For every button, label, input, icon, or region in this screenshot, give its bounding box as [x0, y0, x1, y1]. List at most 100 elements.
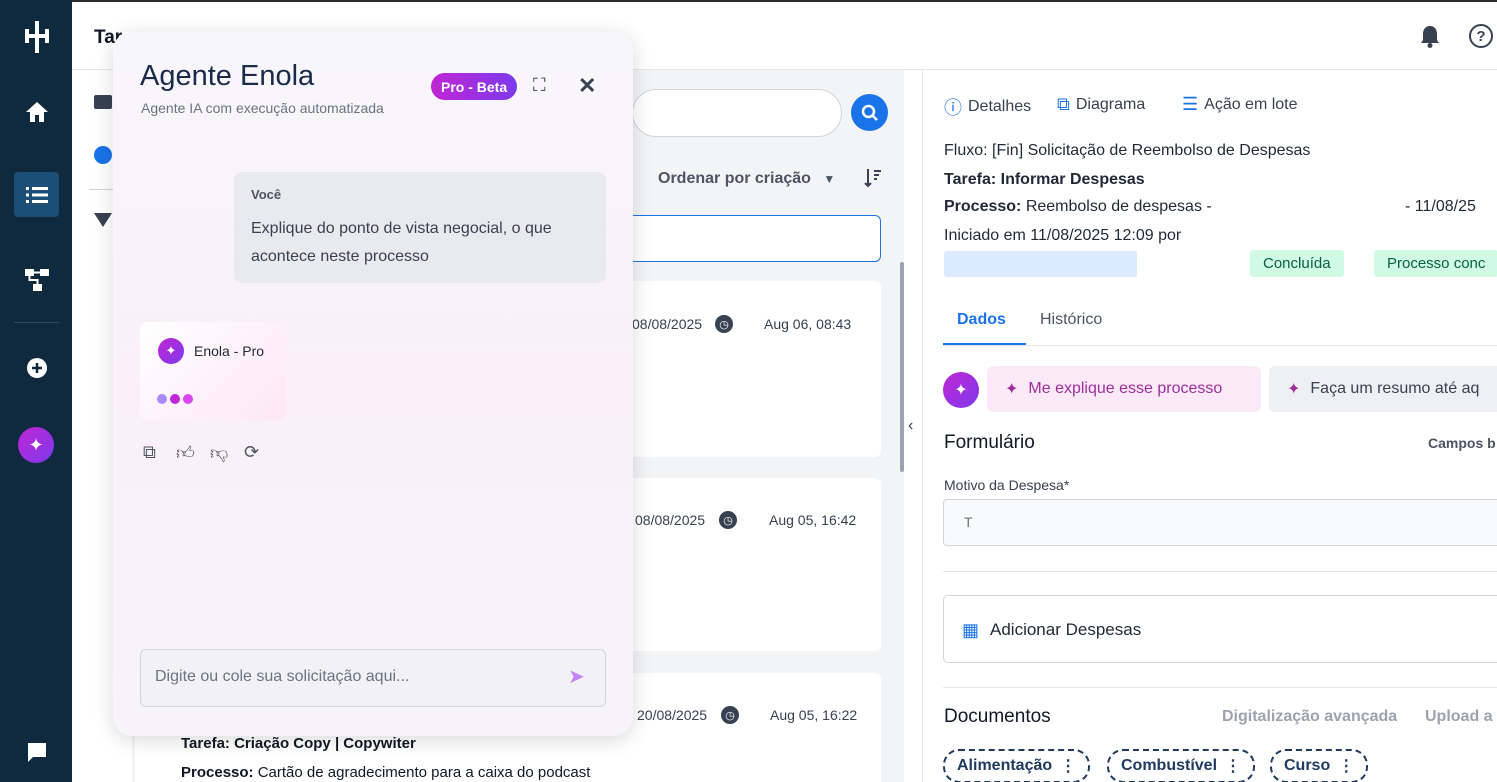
tab-dados[interactable]: Dados — [957, 311, 1006, 329]
divider — [943, 571, 1497, 572]
doc-chip[interactable]: Alimentação ⋮ — [943, 749, 1091, 782]
tab-details[interactable]: ⓘ Detalhes — [944, 94, 1031, 120]
sort-order-icon[interactable] — [864, 168, 882, 193]
sparkle-icon: ✦ — [1005, 381, 1019, 398]
task-label: Tarefa: — [944, 171, 997, 188]
doc-chip[interactable]: Combustível ⋮ — [1107, 749, 1256, 782]
process-status-badge: Processo conc — [1374, 250, 1497, 277]
sidebar-divider — [14, 322, 59, 323]
typing-dot — [170, 394, 180, 404]
detail-panel: ⓘ Detalhes ⧉ Diagrama ☰ Ação em lote Fluxo:… — [922, 70, 1497, 782]
tabs-divider — [943, 345, 1497, 346]
layers-icon: ☰ — [1182, 94, 1199, 114]
scrollbar[interactable] — [900, 262, 904, 472]
agent-prompt-input[interactable]: Digite ou cole sua solicitação aqui... ➤ — [140, 649, 606, 707]
card-time: Aug 06, 08:43 — [764, 316, 852, 332]
started-line: Iniciado em 11/08/2025 12:09 por — [944, 227, 1182, 244]
chat-icon[interactable] — [14, 729, 59, 774]
task-value: Informar Despesas — [1000, 171, 1145, 188]
search-icon — [861, 104, 878, 121]
upload-link[interactable]: Upload a — [1425, 708, 1493, 726]
message-text: Explique do ponto de vista negocial, o q… — [251, 220, 552, 265]
kebab-icon[interactable]: ⋮ — [1338, 756, 1354, 776]
close-icon[interactable]: ✕ — [578, 73, 596, 99]
card-time: Aug 05, 16:42 — [769, 512, 857, 528]
task-line: Tarefa: Informar Despesas — [944, 171, 1145, 189]
card-date: 20/08/2025 — [637, 707, 708, 723]
card-time: Aug 05, 16:22 — [770, 707, 858, 723]
sort-label: Ordenar por criação — [658, 170, 811, 187]
suggestion-summary-button[interactable]: ✦ Faça um resumo até aq — [1269, 366, 1497, 412]
refresh-icon[interactable]: ⟳ — [244, 442, 259, 463]
tab-label: Diagrama — [1075, 95, 1146, 113]
copy-icon[interactable]: ⧉ — [143, 442, 156, 463]
bell-icon[interactable] — [1419, 24, 1441, 54]
search-input[interactable] — [632, 89, 842, 137]
help-icon[interactable]: ? — [1469, 24, 1493, 48]
status-badge: Concluída — [1250, 250, 1344, 277]
filter-icon[interactable] — [94, 213, 112, 227]
clock-icon: ◷ — [715, 315, 733, 333]
form-title: Formulário — [944, 432, 1035, 453]
chevron-down-icon: ▼ — [823, 172, 836, 186]
typing-dot — [183, 394, 193, 404]
tab-batch-action[interactable]: ☰ Ação em lote — [1182, 94, 1298, 115]
advanced-scan-link[interactable]: Digitalização avançada — [1222, 708, 1397, 726]
tab-label: Ação em lote — [1204, 95, 1298, 113]
card-date: 08/08/2025 — [635, 512, 706, 528]
sort-dropdown[interactable]: Ordenar por criação ▼ — [658, 170, 835, 188]
thumbs-down-icon[interactable]: 👎︎ — [210, 442, 228, 464]
sparkle-icon: ✦ — [158, 338, 184, 364]
process-line: Processo: Reembolso de despesas - — [944, 198, 1212, 216]
process-label: Processo: — [944, 198, 1022, 215]
card-task: Tarefa: Criação Copy | Copywiter — [181, 735, 416, 752]
kebab-icon[interactable]: ⋮ — [1225, 756, 1241, 776]
tasks-icon[interactable] — [14, 172, 59, 217]
kebab-icon[interactable]: ⋮ — [1060, 756, 1076, 776]
check-circle-icon[interactable] — [94, 146, 112, 164]
sparkle-icon: ✦ — [1287, 381, 1301, 398]
doc-chip[interactable]: Curso ⋮ — [1270, 749, 1369, 782]
logo-icon[interactable] — [14, 14, 59, 59]
user-chip — [944, 251, 1137, 277]
diagram-icon[interactable] — [14, 257, 59, 302]
agent-panel: Agente Enola Agente IA com execução auto… — [113, 31, 633, 736]
typing-dot — [157, 394, 167, 404]
agent-subtitle: Agente IA com execução automatizada — [141, 100, 384, 116]
chip-label: Curso — [1284, 757, 1331, 774]
message-author: Você — [251, 187, 282, 202]
home-icon[interactable] — [14, 89, 59, 134]
send-icon[interactable]: ➤ — [568, 664, 585, 689]
bot-message: ✦ Enola - Pro — [140, 322, 286, 420]
documents-title: Documentos — [944, 706, 1051, 727]
plus-circle-icon[interactable] — [14, 345, 59, 390]
tab-diagram[interactable]: ⧉ Diagrama — [1057, 94, 1145, 115]
add-expenses-label: Adicionar Despesas — [990, 620, 1142, 639]
tab-historico[interactable]: Histórico — [1040, 311, 1102, 329]
expand-icon[interactable]: ⛶ — [533, 75, 546, 96]
process-value: Reembolso de despesas - — [1025, 198, 1212, 215]
tab-label: Detalhes — [968, 98, 1032, 115]
input-placeholder: Digite ou cole sua solicitação aqui... — [155, 668, 410, 685]
chip-label: Alimentação — [957, 757, 1053, 774]
pro-badge: Pro - Beta — [431, 73, 518, 100]
user-message: Você Explique do ponto de vista negocial… — [234, 172, 606, 283]
field-value: T — [964, 514, 973, 530]
form-fields-link[interactable]: Campos b — [1428, 435, 1496, 451]
chevron-left-icon[interactable]: ‹ — [908, 417, 913, 435]
chip-label: Combustível — [1121, 757, 1218, 774]
expense-reason-field[interactable]: T — [943, 499, 1497, 546]
suggestion-explain-button[interactable]: ✦ Me explique esse processo — [987, 366, 1261, 412]
inbox-icon[interactable] — [94, 95, 112, 109]
clock-icon: ◷ — [721, 706, 739, 724]
process-suffix: - 11/08/25 — [1405, 198, 1476, 215]
thumbs-up-icon[interactable]: 👍︎ — [176, 442, 195, 464]
table-icon: ▦ — [962, 620, 980, 640]
diagram-icon: ⧉ — [1057, 94, 1070, 114]
agent-title: Agente Enola — [140, 60, 315, 92]
add-expenses-button[interactable]: ▦ Adicionar Despesas — [943, 595, 1497, 663]
ai-sparkle-icon[interactable]: ✦ — [943, 372, 979, 408]
search-button[interactable] — [851, 94, 888, 131]
flow-value: [Fin] Solicitação de Reembolso de Despes… — [992, 142, 1311, 159]
sparkle-icon[interactable]: ✦ — [18, 427, 54, 463]
